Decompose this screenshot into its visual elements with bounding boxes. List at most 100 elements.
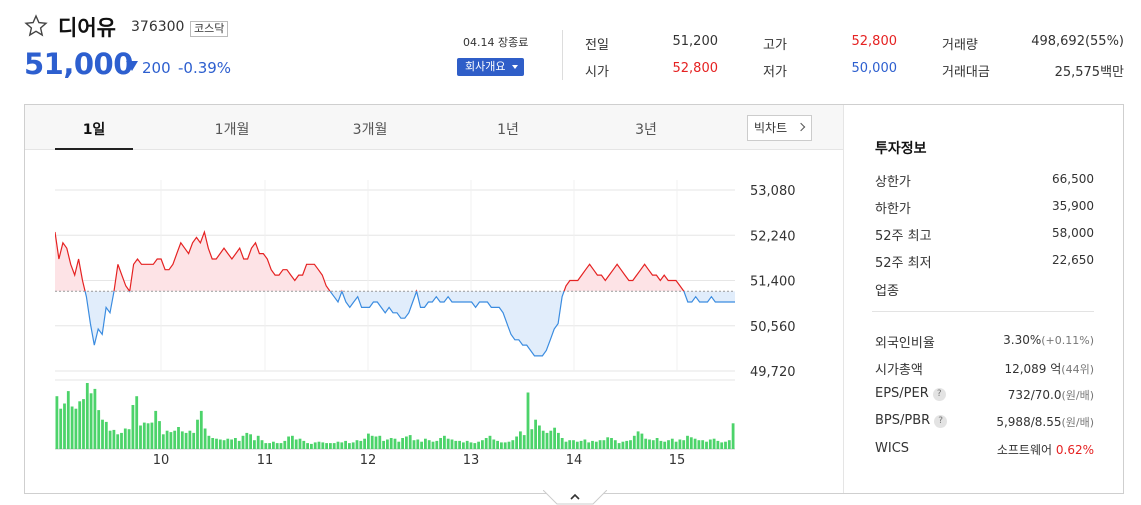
tab-1year[interactable]: 1년 <box>469 119 547 139</box>
volume-bar <box>640 433 644 449</box>
volume-bar <box>112 429 116 449</box>
wics-label: WICS <box>875 441 910 456</box>
volume-bar <box>294 439 298 449</box>
volume-bar <box>291 435 294 449</box>
volume-bar <box>648 439 651 449</box>
volume-bar <box>594 441 598 449</box>
volume-bar <box>511 440 515 449</box>
volume-bar <box>731 423 735 449</box>
volume-bar <box>629 440 632 449</box>
industry-label[interactable]: 업종 <box>875 280 899 299</box>
volume-bar <box>431 441 435 449</box>
amount-label: 거래대금 <box>942 65 990 80</box>
x-tick-label: 12 <box>360 453 377 468</box>
volume-bar <box>716 440 720 449</box>
volume-bar <box>184 432 188 449</box>
volume-bar <box>298 438 302 449</box>
volume-bar <box>63 403 66 449</box>
company-overview-button[interactable]: 회사개요 <box>457 58 524 76</box>
invest-divider <box>872 311 1094 312</box>
volume-bar <box>378 435 382 449</box>
help-icon[interactable]: ? <box>934 415 948 428</box>
low52-label: 52주 최저 <box>875 256 932 271</box>
volume-bar <box>275 443 279 449</box>
volume-bar <box>613 440 617 449</box>
volume-bar <box>549 430 553 449</box>
y-tick-label: 53,080 <box>750 184 796 199</box>
volume-bar <box>74 408 78 449</box>
eps-per-unit: (원/배) <box>1061 389 1094 402</box>
open-value: 52,800 <box>672 61 719 76</box>
volume-bar <box>439 438 442 449</box>
volume-bar <box>321 442 325 449</box>
volume-bar <box>522 435 526 449</box>
prev-close-value: 51,200 <box>672 34 719 49</box>
volume-bar <box>397 441 401 449</box>
volume-bar <box>313 442 317 449</box>
volume-bar <box>697 440 701 449</box>
volume-bar <box>534 419 537 449</box>
x-tick-label: 13 <box>463 453 480 468</box>
volume-bar <box>55 396 59 449</box>
volume-bar <box>484 438 488 449</box>
volume-bar <box>355 440 359 449</box>
big-chart-button[interactable]: 빅차트 <box>747 115 812 141</box>
volume-bar <box>621 441 625 449</box>
volume-bar <box>215 438 218 449</box>
volume-bar <box>386 439 389 449</box>
volume-bar <box>625 440 629 449</box>
tab-3year[interactable]: 3년 <box>607 119 685 139</box>
x-tick-label: 14 <box>566 453 583 468</box>
volume-bar <box>465 440 469 449</box>
volume-bar <box>104 421 108 449</box>
collapse-toggle[interactable] <box>543 490 607 505</box>
volume-bar <box>245 432 249 449</box>
caret-down-icon <box>512 65 518 69</box>
y-tick-label: 52,240 <box>750 229 796 244</box>
volume-bar <box>188 430 192 449</box>
volume-bar <box>306 443 309 449</box>
volume-bar <box>591 440 594 449</box>
stock-name: 디어유 <box>58 16 116 40</box>
volume-bar <box>260 440 264 449</box>
help-icon[interactable]: ? <box>932 388 946 401</box>
favorite-star-icon[interactable] <box>24 14 48 38</box>
volume-bar <box>519 431 522 449</box>
volume-bar <box>405 436 408 449</box>
volume-bar <box>435 440 439 449</box>
tab-3month[interactable]: 3개월 <box>331 119 409 139</box>
volume-bar <box>492 439 496 449</box>
prev-close-label: 전일 <box>585 38 609 53</box>
volume-bar <box>663 441 667 449</box>
volume-bar <box>272 441 275 449</box>
bps-pbr-value: 5,988/8.55(원/배) <box>996 415 1094 429</box>
volume-bar <box>462 442 465 449</box>
volume-bar <box>139 425 142 449</box>
volume-bar <box>651 440 655 449</box>
x-tick-label: 10 <box>153 453 170 468</box>
y-tick-label: 51,400 <box>750 275 796 290</box>
volume-bar <box>142 422 146 449</box>
volume-bar <box>89 393 93 449</box>
volume-bar <box>693 438 697 449</box>
tab-1day[interactable]: 1일 <box>55 119 133 139</box>
eps-per-label: EPS/PER? <box>875 386 946 401</box>
volume-bar <box>203 428 207 449</box>
volume-bar <box>724 441 727 449</box>
price-chart[interactable]: 53,080 52,240 51,400 50,560 49,720 10 11 12 13 14… <box>25 150 843 490</box>
volume-bar <box>477 441 480 449</box>
volume-bar <box>370 435 374 449</box>
volume-bar <box>515 436 518 449</box>
wics-value[interactable]: 소프트웨어 0.62% <box>964 441 1094 458</box>
volume-bar <box>302 440 306 449</box>
volume-bar <box>583 439 587 449</box>
volume-bar <box>424 438 427 449</box>
tab-1month[interactable]: 1개월 <box>193 119 271 139</box>
volume-bar <box>226 438 230 449</box>
volume-bar <box>560 438 564 449</box>
price-change: 200 <box>142 59 171 77</box>
volume-bar <box>610 438 613 449</box>
x-tick-label: 11 <box>257 453 274 468</box>
volume-bar <box>82 399 85 449</box>
volume-bar <box>363 438 366 449</box>
